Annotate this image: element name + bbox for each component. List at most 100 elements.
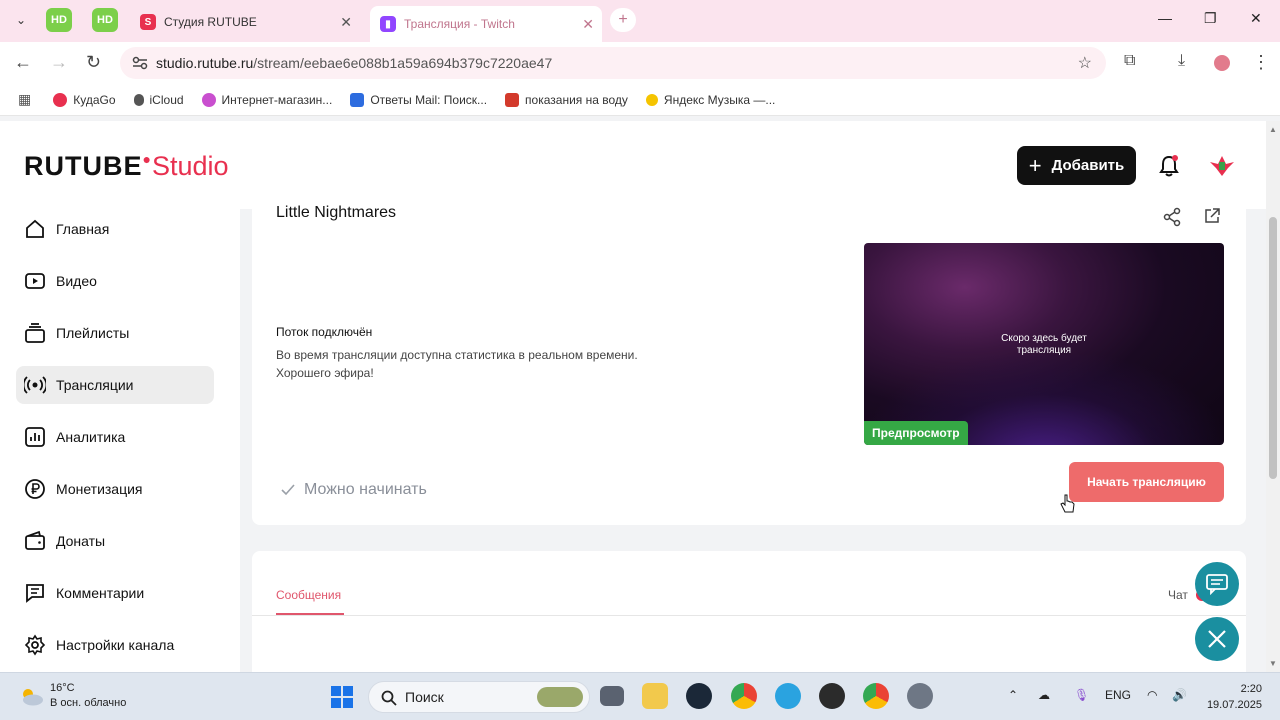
forward-icon[interactable]: →	[50, 52, 68, 73]
start-broadcast-button[interactable]: Начать трансляцию	[1069, 462, 1224, 502]
new-tab-button[interactable]: +	[610, 8, 636, 32]
taskbar-search[interactable]: Поиск	[368, 681, 590, 713]
bookmark-label: Яндекс Музыка —...	[663, 92, 776, 107]
sidebar-item-label: Комментарии	[56, 585, 145, 601]
chrome-icon[interactable]	[731, 683, 757, 709]
download-icon[interactable]: ⤓	[1178, 52, 1185, 70]
url-input[interactable]: studio.rutube.ru/stream/eebae6e088b1a59a…	[120, 47, 1106, 79]
twitch-favicon-icon: ▮	[380, 16, 396, 32]
sidebar-item-analytics[interactable]: Аналитика	[16, 418, 214, 456]
external-link-icon[interactable]	[1203, 207, 1221, 225]
share-icon[interactable]	[1162, 207, 1182, 227]
sidebar: Главная Видео Плейлисты Трансляции Анали…	[0, 209, 240, 672]
sidebar-item-broadcasts[interactable]: Трансляции	[16, 366, 214, 404]
support-chat-button[interactable]	[1195, 562, 1239, 606]
bookmark-water[interactable]: показания на воду	[505, 92, 628, 107]
clock-date: 19.07.2025	[1206, 699, 1262, 711]
tab-rutube-studio[interactable]: S Студия RUTUBE ✕	[130, 6, 360, 38]
windows-start-icon[interactable]	[330, 685, 354, 709]
sidebar-item-home[interactable]: Главная	[16, 210, 214, 248]
weather-widget[interactable]: 16°C В осн. облачно	[18, 681, 126, 711]
bookmark-favicon-icon	[53, 92, 68, 107]
apps-grid-icon[interactable]: ▦	[18, 91, 31, 108]
bookmark-favicon-icon	[201, 92, 216, 107]
tab-search-chevron-icon[interactable]: ⌄	[8, 8, 34, 32]
bookmark-label: Ответы Mail: Поиск...	[370, 92, 488, 107]
taskbar-clock[interactable]: 2:20 19.07.2025	[1202, 681, 1262, 713]
hd-pinned-tab[interactable]: HD	[46, 8, 72, 32]
page-scrollbar[interactable]: ▲ ▼	[1266, 121, 1280, 672]
language-indicator[interactable]: ENG	[1105, 688, 1131, 702]
broadcast-icon	[24, 376, 46, 394]
tray-onedrive-icon[interactable]: ☁	[1038, 688, 1050, 702]
bookmark-yandex-music[interactable]: Яндекс Музыка —...	[645, 92, 776, 107]
video-icon	[25, 273, 45, 289]
hd-pinned-tab-2[interactable]: HD	[92, 8, 118, 32]
chat-card	[252, 551, 1246, 672]
profile-avatar[interactable]	[1214, 55, 1230, 71]
extensions-icon[interactable]: ⧉	[1124, 52, 1135, 70]
tab-twitch[interactable]: ▮ Трансляция - Twitch ✕	[370, 6, 602, 42]
file-explorer-icon[interactable]	[642, 683, 668, 709]
chat-bubble-icon	[1206, 574, 1228, 595]
close-tab-icon[interactable]: ✕	[340, 14, 352, 31]
sidebar-item-video[interactable]: Видео	[16, 262, 214, 300]
preview-text-line-1: Скоро здесь будет	[1001, 333, 1087, 344]
rutube-favicon-icon: S	[140, 14, 156, 30]
scroll-thumb[interactable]	[1269, 217, 1277, 479]
tab-messages[interactable]: Сообщения	[276, 588, 341, 602]
close-icon	[1208, 630, 1226, 648]
task-view-icon[interactable]	[600, 686, 624, 706]
notifications-bell-icon[interactable]	[1158, 154, 1180, 178]
stream-status-description: Во время трансляции доступна статистика …	[276, 346, 638, 382]
scroll-down-icon[interactable]: ▼	[1269, 659, 1277, 668]
rutube-studio-logo[interactable]: RUTUBE●Studio	[24, 151, 229, 182]
bookmark-star-icon[interactable]: ☆	[1078, 53, 1092, 73]
site-info-icon[interactable]	[132, 56, 148, 70]
search-icon	[381, 690, 397, 706]
restore-icon[interactable]: ❐	[1204, 10, 1217, 27]
close-support-button[interactable]	[1195, 617, 1239, 661]
steam-icon[interactable]	[686, 683, 712, 709]
chrome-profile-icon[interactable]	[863, 683, 889, 709]
volume-icon[interactable]: 🔊	[1172, 688, 1187, 702]
ruble-icon	[25, 479, 45, 499]
preview-text-line-2: трансляция	[1016, 345, 1072, 356]
minimize-icon[interactable]: —	[1158, 10, 1172, 26]
tray-chevron-icon[interactable]: ⌃	[1008, 688, 1018, 702]
channel-avatar-icon[interactable]	[1208, 154, 1236, 178]
browser-menu-icon[interactable]: ⋮	[1252, 52, 1270, 73]
sidebar-item-label: Аналитика	[56, 429, 126, 445]
sidebar-item-channel-settings[interactable]: Настройки канала	[16, 626, 214, 664]
search-placeholder: Поиск	[405, 689, 444, 705]
sidebar-item-playlists[interactable]: Плейлисты	[16, 314, 214, 352]
scroll-up-icon[interactable]: ▲	[1269, 125, 1277, 134]
app-settings-icon[interactable]	[907, 683, 933, 709]
add-button[interactable]: + Добавить	[1017, 146, 1136, 185]
tray-microphone-icon[interactable]: 🎙	[1074, 688, 1089, 702]
bookmark-otvety[interactable]: Ответы Mail: Поиск...	[350, 92, 488, 107]
reload-icon[interactable]: ↻	[86, 52, 101, 73]
tab-label: Трансляция - Twitch	[404, 17, 515, 31]
bookmark-icloud[interactable]: iCloud	[133, 93, 184, 107]
bookmark-shop[interactable]: Интернет-магазин...	[201, 92, 332, 107]
app-header: RUTUBE●Studio + Добавить	[0, 121, 1266, 209]
sidebar-item-comments[interactable]: Комментарии	[16, 574, 214, 612]
telegram-icon[interactable]	[775, 683, 801, 709]
bookmark-kudago[interactable]: КудаGo	[53, 92, 116, 107]
close-tab-icon[interactable]: ✕	[582, 16, 594, 33]
preview-badge: Предпросмотр	[864, 421, 968, 445]
close-window-icon[interactable]: ✕	[1250, 10, 1262, 27]
status-line-1: Во время трансляции доступна статистика …	[276, 348, 638, 362]
sidebar-item-monetization[interactable]: Монетизация	[16, 470, 214, 508]
wifi-icon[interactable]: ◠	[1147, 688, 1157, 702]
logo-dot: ●	[142, 151, 152, 167]
stream-status-title: Поток подключён	[276, 325, 373, 339]
sidebar-item-donations[interactable]: Донаты	[16, 522, 214, 560]
comments-icon	[26, 584, 44, 603]
chat-label: Чат	[1168, 588, 1188, 602]
back-icon[interactable]: ←	[14, 52, 32, 73]
weather-temperature: 16°C	[50, 682, 75, 694]
obs-icon[interactable]	[819, 683, 845, 709]
weather-condition: В осн. облачно	[50, 697, 127, 709]
